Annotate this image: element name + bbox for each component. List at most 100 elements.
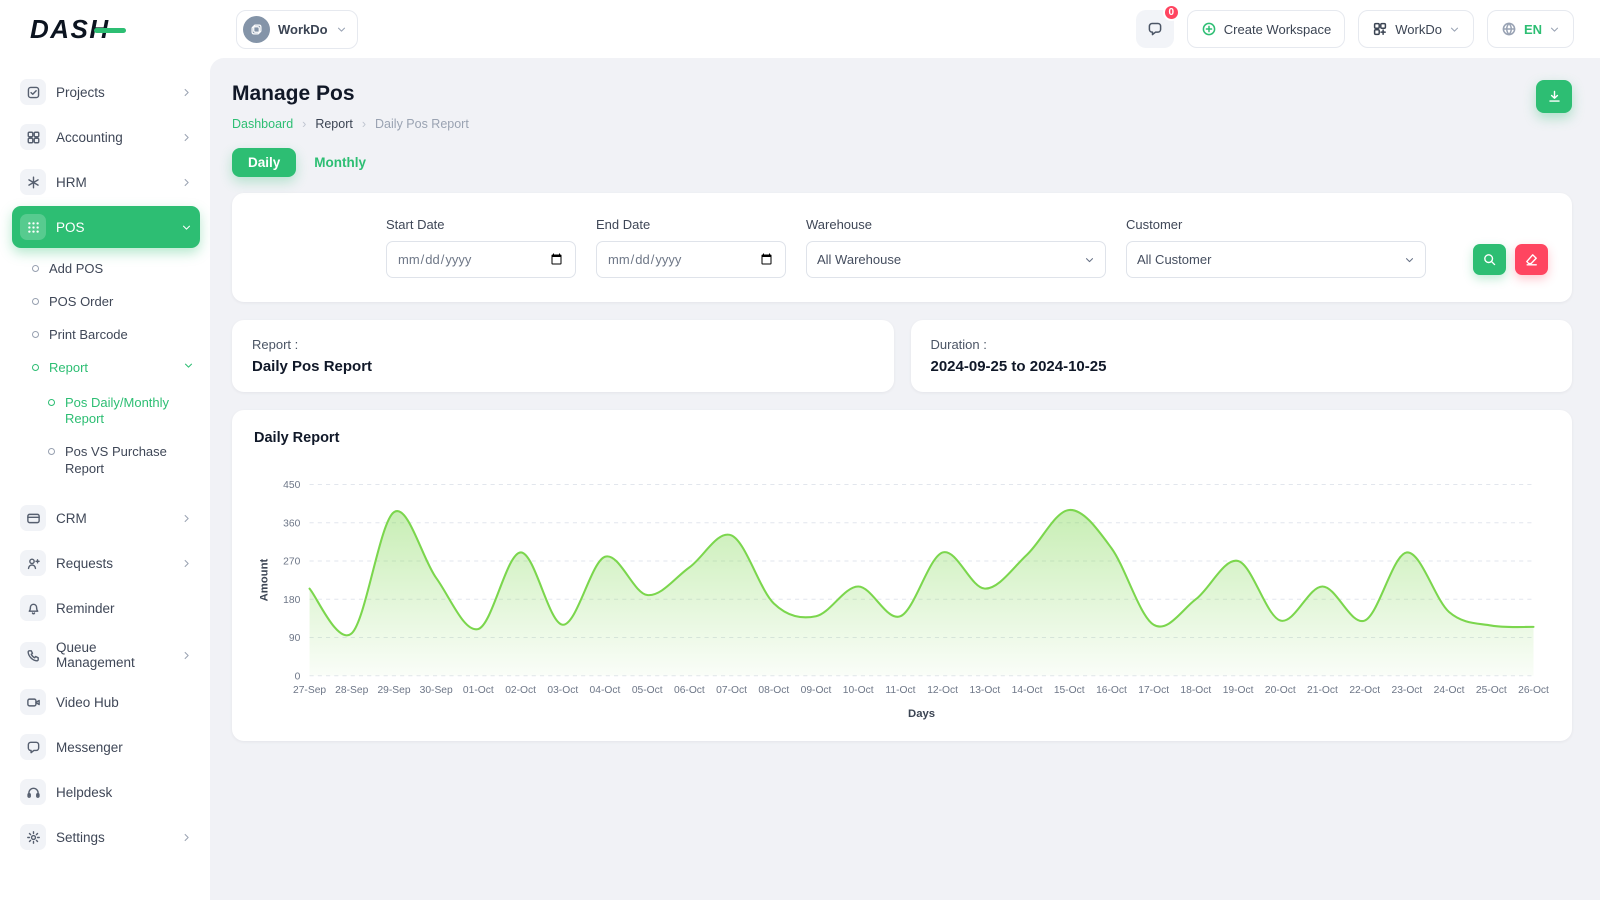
report-value: Daily Pos Report: [252, 358, 874, 375]
daily-report-area-chart: 09018027036045027-Sep28-Sep29-Sep30-Sep0…: [254, 468, 1550, 733]
language-selector[interactable]: EN: [1487, 10, 1574, 48]
chevron-right-icon: [181, 513, 192, 524]
svg-text:02-Oct: 02-Oct: [505, 685, 536, 696]
svg-text:19-Oct: 19-Oct: [1223, 685, 1254, 696]
sidebar-item-projects[interactable]: Projects: [12, 71, 200, 113]
end-date-field: End Date: [596, 217, 786, 278]
svg-text:09-Oct: 09-Oct: [801, 685, 832, 696]
bullet-icon: [32, 364, 39, 371]
sidebar-item-label: POS: [56, 220, 85, 235]
customer-field: Customer All Customer: [1126, 217, 1426, 278]
video-icon: [20, 689, 46, 715]
start-date-label: Start Date: [386, 217, 576, 232]
sidebar-subitem-label: Pos Daily/Monthly Report: [65, 395, 177, 429]
customer-select[interactable]: All Customer: [1126, 241, 1426, 278]
svg-text:21-Oct: 21-Oct: [1307, 685, 1338, 696]
svg-text:01-Oct: 01-Oct: [463, 685, 494, 696]
download-button[interactable]: [1536, 80, 1572, 113]
report-summary-card: Report : Daily Pos Report: [232, 320, 894, 392]
sidebar-subitem-pos-vs-purchase-report[interactable]: Pos VS Purchase Report: [42, 436, 200, 486]
svg-text:13-Oct: 13-Oct: [969, 685, 1000, 696]
svg-text:25-Oct: 25-Oct: [1476, 685, 1507, 696]
sidebar-item-accounting[interactable]: Accounting: [12, 116, 200, 158]
sidebar-subitem-print-barcode[interactable]: Print Barcode: [26, 319, 200, 352]
end-date-label: End Date: [596, 217, 786, 232]
sidebar-item-settings[interactable]: Settings: [12, 816, 200, 858]
reset-filter-button[interactable]: [1515, 244, 1548, 275]
svg-text:26-Oct: 26-Oct: [1518, 685, 1549, 696]
warehouse-select[interactable]: All Warehouse: [806, 241, 1106, 278]
chevron-right-icon: [181, 177, 192, 188]
start-date-field: Start Date: [386, 217, 576, 278]
search-button[interactable]: [1473, 244, 1506, 275]
svg-text:05-Oct: 05-Oct: [632, 685, 663, 696]
sidebar-subitem-add-pos[interactable]: Add POS: [26, 253, 200, 286]
sidebar-subitem-report[interactable]: Report: [26, 352, 200, 385]
sidebar-item-hrm[interactable]: HRM: [12, 161, 200, 203]
svg-text:27-Sep: 27-Sep: [293, 685, 326, 696]
download-icon: [1547, 89, 1562, 104]
svg-text:24-Oct: 24-Oct: [1434, 685, 1465, 696]
sidebar-item-label: HRM: [56, 175, 87, 190]
bullet-icon: [32, 298, 39, 305]
svg-text:04-Oct: 04-Oct: [590, 685, 621, 696]
svg-text:28-Sep: 28-Sep: [335, 685, 368, 696]
chart-title: Daily Report: [254, 430, 1550, 446]
sidebar-item-pos[interactable]: POS: [12, 206, 200, 248]
svg-text:08-Oct: 08-Oct: [758, 685, 789, 696]
create-workspace-button[interactable]: Create Workspace: [1187, 10, 1345, 48]
svg-text:11-Oct: 11-Oct: [885, 685, 915, 696]
sidebar-subitem-pos-order[interactable]: POS Order: [26, 286, 200, 319]
messages-badge: 0: [1163, 4, 1180, 21]
end-date-input[interactable]: [596, 241, 786, 278]
messenger-icon: [20, 734, 46, 760]
sidebar-item-label: Queue Management: [56, 640, 171, 670]
breadcrumb-report[interactable]: Report: [315, 117, 353, 131]
report-period-tabs: Daily Monthly: [232, 148, 1572, 177]
sidebar-item-requests[interactable]: Requests: [12, 542, 200, 584]
svg-text:270: 270: [283, 557, 300, 568]
logo[interactable]: DASH: [30, 14, 110, 45]
start-date-input[interactable]: [386, 241, 576, 278]
settings-icon: [20, 824, 46, 850]
breadcrumb-dashboard[interactable]: Dashboard: [232, 117, 293, 131]
sidebar-item-crm[interactable]: CRM: [12, 497, 200, 539]
chevron-right-icon: [181, 832, 192, 843]
svg-text:360: 360: [283, 518, 300, 529]
filter-card: Start Date End Date Warehouse All Wareho…: [232, 193, 1572, 302]
daily-report-chart-card: Daily Report 09018027036045027-Sep28-Sep…: [232, 410, 1572, 741]
sidebar-item-reminder[interactable]: Reminder: [12, 587, 200, 629]
sidebar-item-messenger[interactable]: Messenger: [12, 726, 200, 768]
breadcrumb-current: Daily Pos Report: [375, 117, 469, 131]
stack-icon: [243, 16, 270, 43]
bullet-icon: [48, 448, 55, 455]
app-window: DASH WorkDo 0 Create Workspace WorkDo: [0, 0, 1600, 900]
chat-bubble-icon: [1147, 21, 1163, 37]
accounting-icon: [20, 124, 46, 150]
chevron-down-icon: [181, 222, 192, 233]
bullet-icon: [32, 331, 39, 338]
messages-button[interactable]: 0: [1136, 10, 1174, 48]
chevron-right-icon: [181, 132, 192, 143]
sidebar-subitem-label: POS Order: [49, 294, 113, 311]
sidebar-item-queue-management[interactable]: Queue Management: [12, 632, 200, 678]
sidebar-item-label: Helpdesk: [56, 785, 112, 800]
tab-monthly[interactable]: Monthly: [310, 148, 370, 177]
workspace-menu-button[interactable]: WorkDo: [1358, 10, 1474, 48]
svg-text:18-Oct: 18-Oct: [1180, 685, 1211, 696]
sidebar-submenu-report: Pos Daily/Monthly Report Pos VS Purchase …: [26, 385, 200, 491]
tab-daily[interactable]: Daily: [232, 148, 296, 177]
sidebar-item-helpdesk[interactable]: Helpdesk: [12, 771, 200, 813]
workspace-switcher[interactable]: WorkDo: [236, 10, 358, 49]
sidebar-subitem-pos-daily-monthly-report[interactable]: Pos Daily/Monthly Report: [42, 387, 200, 437]
svg-text:29-Sep: 29-Sep: [377, 685, 410, 696]
svg-text:14-Oct: 14-Oct: [1012, 685, 1043, 696]
svg-text:22-Oct: 22-Oct: [1349, 685, 1380, 696]
svg-text:30-Sep: 30-Sep: [420, 685, 453, 696]
logo-accent-bar: [94, 28, 126, 33]
summary-row: Report : Daily Pos Report Duration : 202…: [232, 320, 1572, 392]
svg-text:90: 90: [289, 633, 301, 644]
sidebar-item-label: Settings: [56, 830, 105, 845]
sidebar-item-video-hub[interactable]: Video Hub: [12, 681, 200, 723]
svg-text:10-Oct: 10-Oct: [843, 685, 874, 696]
